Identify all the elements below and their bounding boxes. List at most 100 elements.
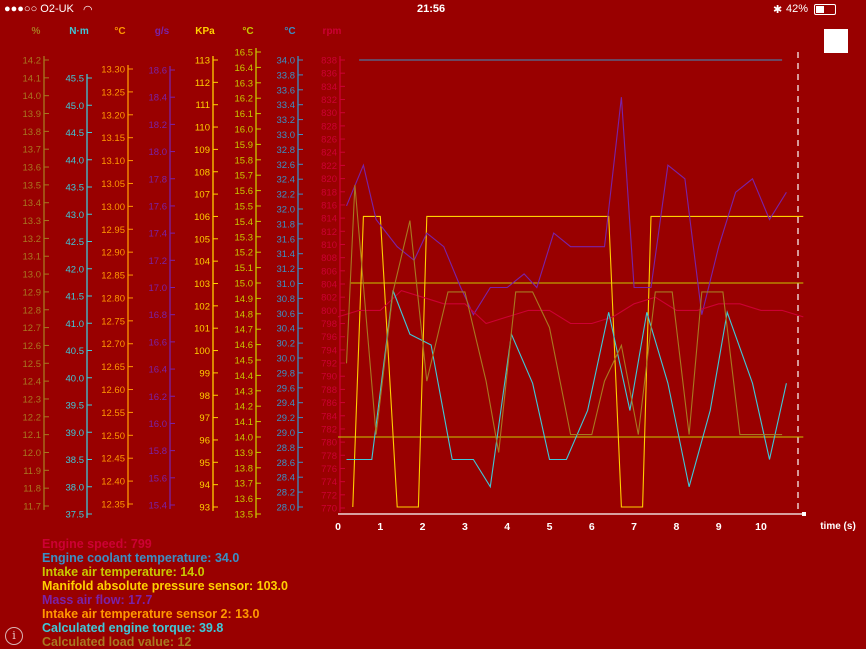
axis-tick-label: 12.60 bbox=[101, 385, 125, 396]
x-tick-label: 7 bbox=[631, 521, 637, 533]
axis-tick-label: 111 bbox=[196, 100, 210, 111]
axis-tick-label: 16.3 bbox=[235, 78, 254, 89]
axis-tick-label: 40.5 bbox=[66, 346, 85, 357]
axis-tick-label: 13.15 bbox=[101, 133, 125, 144]
axis-tick-label: 105 bbox=[194, 234, 210, 245]
axis-tick-label: 18.4 bbox=[149, 93, 168, 104]
series-line bbox=[352, 215, 804, 508]
axis-tick-label: 28.6 bbox=[277, 458, 296, 469]
axis-tick-label: 832 bbox=[321, 95, 337, 106]
axis-tick-label: 17.0 bbox=[149, 283, 168, 294]
axis-tick-label: 29.2 bbox=[277, 413, 296, 424]
axis-tick-label: 29.0 bbox=[277, 428, 296, 439]
axis-tick-label: 16.1 bbox=[235, 109, 254, 120]
axis-tick-label: 16.5 bbox=[235, 48, 254, 59]
axis-tick-label: 770 bbox=[321, 504, 337, 515]
series-line bbox=[337, 289, 804, 325]
axis-tick-label: 13.5 bbox=[23, 180, 42, 191]
axis-tick-label: 43.0 bbox=[66, 210, 85, 221]
axis-tick-label: 838 bbox=[321, 56, 337, 67]
axis-tick-label: 784 bbox=[321, 411, 337, 422]
axis-unit-label: °C bbox=[114, 26, 125, 37]
axis-tick-label: 32.0 bbox=[277, 205, 296, 216]
axis-tick-label: 112 bbox=[195, 78, 210, 89]
x-tick-label: 2 bbox=[420, 521, 426, 533]
axis-tick-label: 30.8 bbox=[277, 294, 296, 305]
axis-tick-label: 13.7 bbox=[235, 479, 254, 490]
x-tick-label: 10 bbox=[755, 521, 767, 533]
axis-tick-label: 798 bbox=[321, 319, 337, 330]
axis-tick-label: 830 bbox=[321, 108, 337, 119]
axis-tick-label: 45.5 bbox=[66, 74, 85, 85]
axis-tick-label: 12.3 bbox=[23, 394, 42, 405]
axis-tick-label: 828 bbox=[321, 121, 337, 132]
axis-tick-label: 30.6 bbox=[277, 309, 296, 320]
axis-unit-label: rpm bbox=[323, 26, 342, 37]
axis-tick-label: 15.8 bbox=[149, 446, 168, 457]
legend-item: Manifold absolute pressure sensor: 103.0 bbox=[42, 579, 288, 593]
axis-unit-label: g/s bbox=[155, 26, 170, 37]
axis-tick-label: 32.2 bbox=[277, 190, 296, 201]
legend-item: Calculated load value: 12 bbox=[42, 635, 192, 649]
axis-tick-label: 17.4 bbox=[149, 229, 168, 240]
info-icon[interactable]: i bbox=[5, 627, 23, 645]
axis-tick-label: 12.45 bbox=[101, 454, 125, 465]
legend-item: Mass air flow: 17.7 bbox=[42, 593, 153, 607]
axis-tick-label: 806 bbox=[321, 266, 337, 277]
axis-tick-label: 93 bbox=[199, 503, 210, 514]
axis-tick-label: 107 bbox=[194, 190, 210, 201]
axis-tick-label: 774 bbox=[321, 477, 337, 488]
x-tick-label: 6 bbox=[589, 521, 595, 533]
axis-tick-label: 12.55 bbox=[101, 408, 125, 419]
axis-tick-label: 30.0 bbox=[277, 354, 296, 365]
axis-tick-label: 17.6 bbox=[149, 201, 168, 212]
axis-tick-label: 42.0 bbox=[66, 264, 85, 275]
axis-tick-label: 33.2 bbox=[277, 115, 296, 126]
axis-tick-label: 18.0 bbox=[149, 147, 168, 158]
axis-tick-label: 39.5 bbox=[66, 401, 85, 412]
axis-tick-label: 30.2 bbox=[277, 339, 296, 350]
axis-tick-label: 28.8 bbox=[277, 443, 296, 454]
axis-tick-label: 790 bbox=[321, 372, 337, 383]
legend-item: Engine coolant temperature: 34.0 bbox=[42, 551, 240, 565]
axis-tick-label: 12.95 bbox=[101, 225, 125, 236]
axis-unit-label: N·m bbox=[69, 26, 89, 37]
axis-tick-label: 13.10 bbox=[101, 156, 125, 167]
axis-tick-label: 96 bbox=[199, 435, 210, 446]
x-tick-label: 1 bbox=[377, 521, 383, 533]
axis-tick-label: 12.1 bbox=[23, 430, 42, 441]
fullscreen-button[interactable] bbox=[824, 29, 848, 53]
axis-tick-label: 43.5 bbox=[66, 183, 85, 194]
axis-tick-label: 792 bbox=[321, 359, 337, 370]
axis-tick-label: 12.0 bbox=[23, 448, 42, 459]
axis-tick-label: 16.0 bbox=[149, 419, 168, 430]
x-tick-label: 4 bbox=[504, 521, 510, 533]
axis-tick-label: 822 bbox=[321, 161, 337, 172]
axis-tick-label: 12.50 bbox=[101, 431, 125, 442]
axis-tick-label: 13.7 bbox=[23, 145, 42, 156]
series-line bbox=[345, 97, 787, 316]
axis-tick-label: 14.3 bbox=[235, 386, 254, 397]
axis-tick-label: 44.0 bbox=[66, 155, 85, 166]
axis-tick-label: 778 bbox=[321, 451, 337, 462]
axis-tick-label: 804 bbox=[321, 280, 337, 291]
axis-tick-label: 13.3 bbox=[23, 216, 42, 227]
legend-item: Intake air temperature sensor 2: 13.0 bbox=[42, 607, 260, 621]
axis-tick-label: 15.5 bbox=[235, 202, 254, 213]
axis-tick-label: 12.75 bbox=[101, 316, 125, 327]
axis-tick-label: 42.5 bbox=[66, 237, 85, 248]
axis-tick-label: 11.8 bbox=[23, 484, 41, 495]
axis-tick-label: 16.4 bbox=[235, 63, 254, 74]
axis-tick-label: 31.6 bbox=[277, 234, 296, 245]
axis-tick-label: 102 bbox=[194, 301, 210, 312]
axis-tick-label: 15.9 bbox=[235, 140, 254, 151]
axis-tick-label: 802 bbox=[321, 293, 337, 304]
axis-tick-label: 14.1 bbox=[235, 417, 254, 428]
axis-tick-label: 15.1 bbox=[235, 263, 254, 274]
axis-tick-label: 796 bbox=[321, 332, 337, 343]
axis-tick-label: 11.7 bbox=[23, 502, 41, 513]
axis-tick-label: 13.8 bbox=[235, 463, 254, 474]
x-tick-label: 5 bbox=[547, 521, 553, 533]
axis-tick-label: 786 bbox=[321, 398, 337, 409]
axis-tick-label: 14.2 bbox=[235, 402, 254, 413]
